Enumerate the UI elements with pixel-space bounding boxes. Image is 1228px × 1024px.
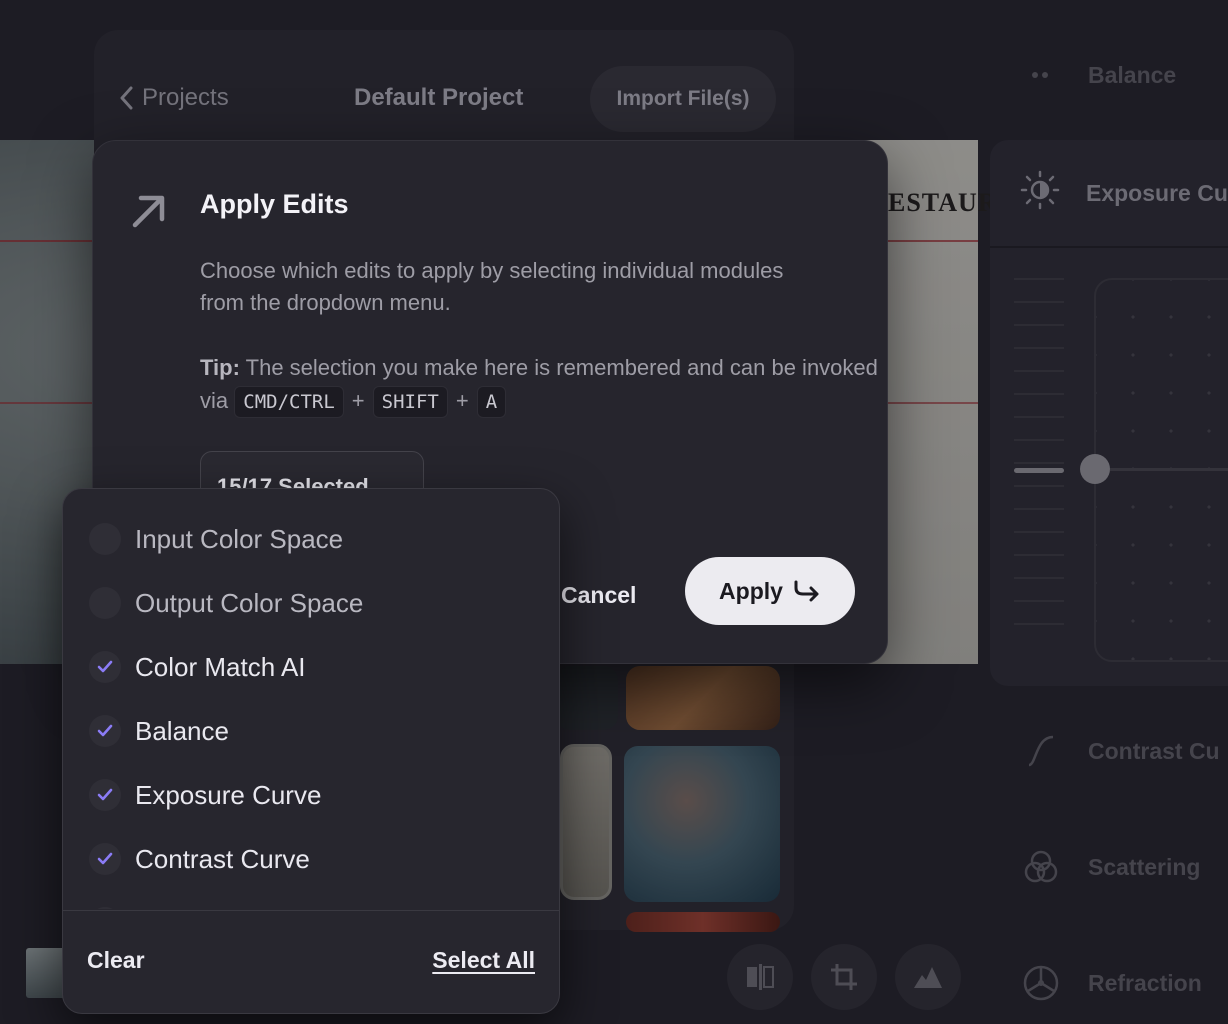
- apply-label: Apply: [719, 577, 783, 604]
- divider: [990, 246, 1228, 248]
- module-scattering[interactable]: Scattering: [1020, 846, 1200, 888]
- crop-icon: [831, 964, 857, 990]
- module-label: Contrast Cu: [1088, 737, 1220, 764]
- menu-item-label: Contrast Curve: [135, 843, 310, 874]
- checkbox-unchecked[interactable]: [89, 523, 121, 555]
- menu-item-exposure-curve[interactable]: Exposure Curve: [89, 775, 321, 815]
- filmstrip-thumbnail[interactable]: [26, 948, 66, 998]
- cancel-button[interactable]: Cancel: [561, 575, 636, 615]
- checkbox-checked[interactable]: [89, 907, 121, 909]
- sun-exposure-icon: [1020, 170, 1060, 216]
- module-label: Refraction: [1088, 969, 1202, 996]
- checkbox-checked[interactable]: [89, 843, 121, 875]
- menu-item-input-color-space[interactable]: Input Color Space: [89, 519, 343, 559]
- arrow-up-right-icon: [132, 195, 165, 228]
- preview-sign-text: ESTAUR: [888, 188, 998, 217]
- thumbnail[interactable]: [624, 746, 780, 902]
- compare-button[interactable]: [727, 944, 793, 1010]
- exposure-level-marker: [1014, 468, 1064, 473]
- import-files-button[interactable]: Import File(s): [590, 66, 776, 132]
- checkbox-checked[interactable]: [89, 779, 121, 811]
- checkbox-checked[interactable]: [89, 651, 121, 683]
- thumbnail[interactable]: [626, 666, 780, 730]
- checkmark-icon: [97, 788, 113, 801]
- dots-icon: [1020, 54, 1062, 96]
- menu-footer: Clear Select All: [63, 910, 559, 1013]
- menu-item-balance[interactable]: Balance: [89, 711, 229, 751]
- dialog-tip: Tip: The selection you make here is reme…: [200, 351, 880, 418]
- menu-item-partial[interactable]: [89, 903, 121, 909]
- checkmark-icon: [97, 724, 113, 737]
- module-label: Scattering: [1088, 853, 1201, 880]
- menu-item-label: Output Color Space: [135, 587, 364, 618]
- menu-item-label: Balance: [135, 715, 229, 746]
- module-balance[interactable]: Balance: [1020, 54, 1176, 96]
- circles-icon: [1020, 846, 1062, 888]
- menu-item-color-match-ai[interactable]: Color Match AI: [89, 647, 306, 687]
- checkmark-icon: [97, 852, 113, 865]
- mountain-icon: [914, 967, 942, 988]
- plus-sign: +: [455, 388, 469, 413]
- histogram-button[interactable]: [895, 944, 961, 1010]
- return-arrow-icon: [794, 580, 819, 602]
- curve-line: [1110, 468, 1228, 471]
- back-to-projects-link[interactable]: Projects: [118, 84, 229, 112]
- module-contrast-curve[interactable]: Contrast Cu: [1020, 730, 1220, 772]
- thumbnail[interactable]: [556, 666, 618, 730]
- clear-button[interactable]: Clear: [87, 947, 145, 974]
- checkbox-unchecked[interactable]: [89, 587, 121, 619]
- checkmark-icon: [97, 660, 113, 673]
- select-all-button[interactable]: Select All: [432, 947, 535, 974]
- module-list: Input Color Space Output Color Space Col…: [63, 489, 559, 909]
- shortcut-key-cmd: CMD/CTRL: [234, 386, 344, 418]
- module-label: Exposure Cu: [1086, 179, 1228, 206]
- project-title: Default Project: [354, 84, 524, 111]
- thumbnail[interactable]: [626, 912, 780, 932]
- curve-icon: [1020, 730, 1062, 772]
- curve-handle[interactable]: [1080, 454, 1110, 484]
- checkbox-checked[interactable]: [89, 715, 121, 747]
- module-refraction[interactable]: Refraction: [1020, 962, 1202, 1004]
- thumbnail[interactable]: [560, 744, 612, 900]
- plus-sign: +: [351, 388, 365, 413]
- menu-item-contrast-curve[interactable]: Contrast Curve: [89, 839, 310, 879]
- shortcut-key-a: A: [476, 386, 507, 418]
- menu-item-label: Color Match AI: [135, 651, 306, 682]
- crop-button[interactable]: [811, 944, 877, 1010]
- menu-item-label: Input Color Space: [135, 523, 344, 554]
- apply-button[interactable]: Apply: [685, 557, 855, 625]
- tip-label: Tip:: [200, 355, 240, 380]
- menu-item-label: Exposure Curve: [135, 779, 322, 810]
- dialog-description: Choose which edits to apply by selecting…: [200, 258, 784, 315]
- chevron-left-icon: [120, 86, 133, 110]
- back-label: Projects: [142, 84, 229, 111]
- module-label: Balance: [1088, 61, 1177, 88]
- shortcut-key-shift: SHIFT: [372, 386, 448, 418]
- exposure-curve-card: Exposure Cu: [990, 140, 1228, 686]
- nodes-icon: [1020, 962, 1062, 1004]
- compare-icon: [747, 964, 774, 990]
- menu-item-output-color-space[interactable]: Output Color Space: [89, 583, 363, 623]
- module-selection-menu: Input Color Space Output Color Space Col…: [62, 488, 560, 1014]
- module-exposure-curve[interactable]: Exposure Cu: [1020, 170, 1228, 216]
- dialog-title: Apply Edits: [200, 189, 349, 219]
